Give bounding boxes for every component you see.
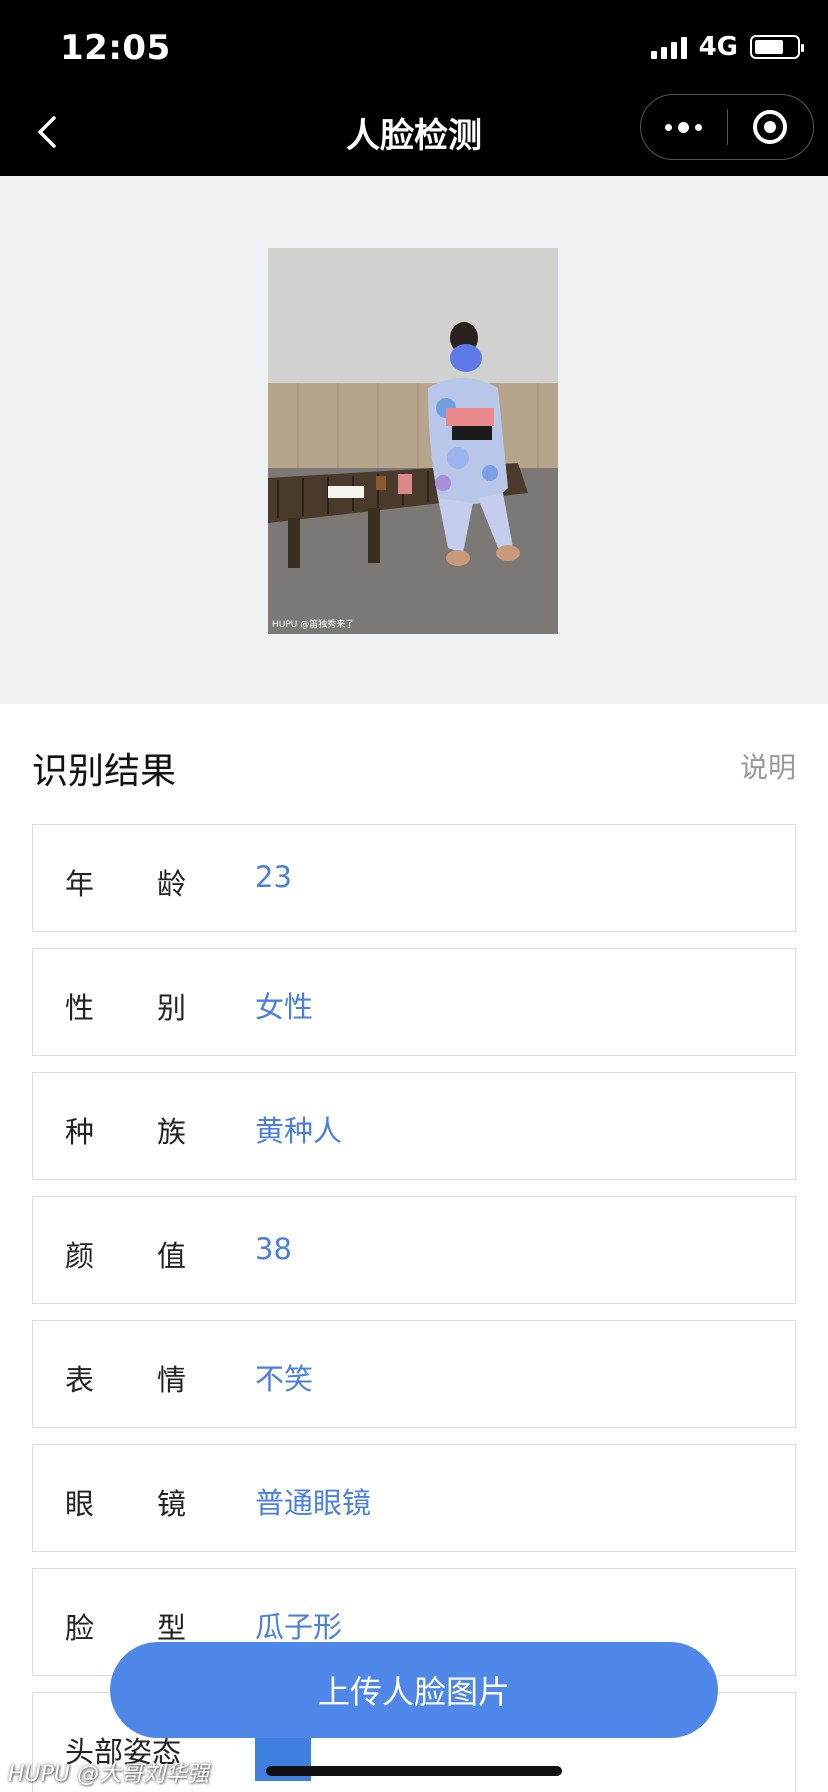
photo-area: HUPU @笛独秀来了 <box>0 176 828 704</box>
signal-icon <box>650 35 687 59</box>
result-row-expression: 表 情 不笑 <box>32 1320 796 1428</box>
row-value: 女性 <box>255 990 314 1024</box>
row-value: 瓜子形 <box>255 1610 343 1644</box>
upload-face-button[interactable]: 上传人脸图片 <box>110 1642 718 1738</box>
row-label: 表 <box>65 1363 95 1397</box>
results-header: 识别结果 说明 <box>32 742 796 792</box>
home-indicator[interactable] <box>266 1766 562 1776</box>
row-label: 别 <box>157 991 187 1025</box>
row-value: 23 <box>255 860 292 894</box>
mini-program-capsule <box>640 94 814 160</box>
photo-watermark: HUPU @笛独秀来了 <box>272 620 355 630</box>
row-label: 种 <box>65 1115 95 1149</box>
result-row-gender: 性 别 女性 <box>32 948 796 1056</box>
row-label: 型 <box>157 1611 187 1645</box>
row-label: 颜 <box>65 1239 95 1273</box>
row-label: 眼 <box>65 1487 95 1521</box>
more-button[interactable] <box>641 95 727 159</box>
close-button[interactable] <box>728 95 814 159</box>
target-icon <box>753 110 788 144</box>
row-label: 镜 <box>157 1487 187 1521</box>
help-link[interactable]: 说明 <box>740 746 796 786</box>
row-value: 不笑 <box>255 1362 314 1396</box>
face-photo[interactable]: HUPU @笛独秀来了 <box>268 248 558 634</box>
status-indicators: 4G <box>650 32 804 62</box>
row-value: 38 <box>255 1232 292 1266</box>
result-row-age: 年 龄 23 <box>32 824 796 932</box>
result-row-glasses: 眼 镜 普通眼镜 <box>32 1444 796 1552</box>
result-row-race: 种 族 黄种人 <box>32 1072 796 1180</box>
photo-image <box>268 248 558 634</box>
network-type: 4G <box>698 32 738 62</box>
row-label: 龄 <box>157 867 187 901</box>
row-label: 族 <box>157 1115 187 1149</box>
row-label: 情 <box>157 1363 187 1397</box>
watermark: HUPU @大哥刘华强 <box>8 1762 210 1787</box>
status-bar: 12:05 4G <box>0 0 828 88</box>
more-dots-icon <box>665 121 703 133</box>
result-row-beauty: 颜 值 38 <box>32 1196 796 1304</box>
results-title: 识别结果 <box>32 751 177 792</box>
status-time: 12:05 <box>60 28 171 68</box>
nav-bar: 人脸检测 <box>0 88 828 176</box>
row-label: 性 <box>65 991 95 1025</box>
row-label: 脸 <box>65 1611 95 1645</box>
row-value: 黄种人 <box>255 1114 343 1148</box>
row-label: 值 <box>157 1239 187 1273</box>
row-label: 年 <box>65 867 95 901</box>
battery-icon <box>750 35 804 59</box>
row-value: 普通眼镜 <box>255 1486 372 1520</box>
